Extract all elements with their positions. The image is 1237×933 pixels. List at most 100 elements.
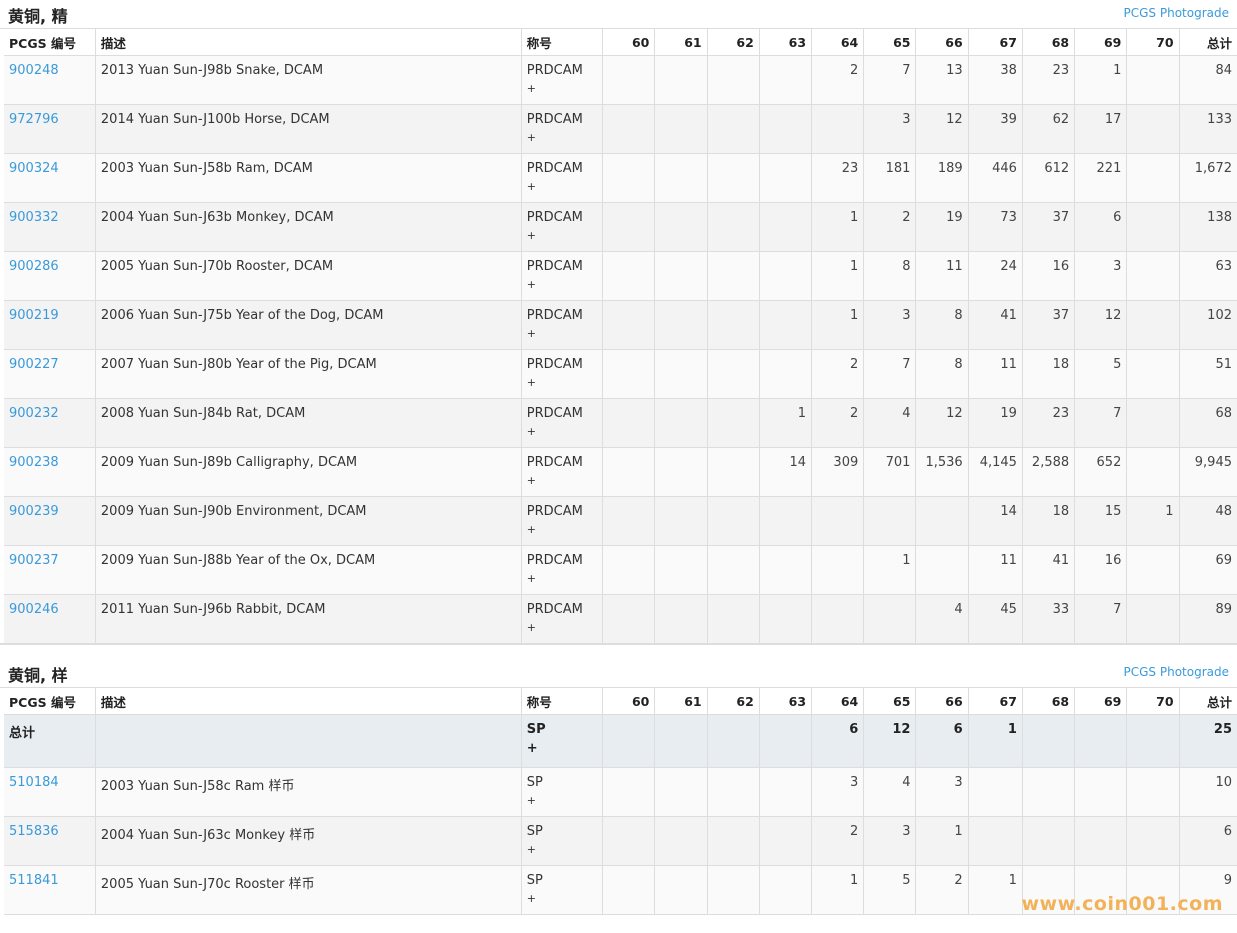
grade-count-cell: 4 <box>863 767 917 817</box>
designation-cell: PRDCAM + <box>521 349 604 399</box>
table-row: 972796 2014 Yuan Sun-J100b Horse, DCAM PRD… <box>4 104 1237 154</box>
column-header: 描述 <box>95 29 522 56</box>
grade-count-cell <box>915 496 969 546</box>
grade-count-cell <box>759 104 813 154</box>
grade-count-cell <box>759 300 813 350</box>
grade-count-cell: 12 <box>915 104 969 154</box>
grade-count-cell <box>602 545 656 595</box>
grade-count-cell: 1 <box>811 865 865 915</box>
designation-label: SP <box>526 824 543 839</box>
grade-count-cell: 1 <box>759 398 813 448</box>
grade-count-cell: 45 <box>968 594 1023 644</box>
grade-count-cell <box>654 349 708 399</box>
grade-count-cell: 12 <box>1074 300 1128 350</box>
section-brass-specimen: 黄铜, 样 PCGS Photograde PCGS 编号 描述 称号 60 61 62 6… <box>0 659 1237 915</box>
plus-grade-label: + <box>526 180 537 193</box>
plus-grade-label: + <box>526 621 537 634</box>
pcgs-number-cell: 900332 <box>4 202 96 252</box>
grade-count-cell: 5 <box>1074 349 1128 399</box>
pcgs-number-link[interactable]: 900239 <box>9 504 59 519</box>
pcgs-number-link[interactable]: 900248 <box>9 63 59 78</box>
pcgs-number-link[interactable]: 900246 <box>9 602 59 617</box>
grade-count-cell: 23 <box>811 153 865 203</box>
column-header: 70 <box>1126 29 1180 56</box>
grade-count-cell: 37 <box>1022 202 1076 252</box>
description-cell: 2004 Yuan Sun-J63b Monkey, DCAM <box>95 202 522 252</box>
grade-count-cell: 1 <box>811 251 865 301</box>
pcgs-number-link[interactable]: 900227 <box>9 357 59 372</box>
grade-count-cell <box>1126 349 1180 399</box>
grade-count-cell <box>602 594 656 644</box>
grade-count-cell: 41 <box>1022 545 1076 595</box>
pcgs-number-link[interactable]: 510184 <box>9 775 59 790</box>
table-row: 900232 2008 Yuan Sun-J84b Rat, DCAM PRDCAM… <box>4 398 1237 448</box>
total-count-cell: 102 <box>1179 300 1237 350</box>
grade-count-cell: 11 <box>968 349 1023 399</box>
designation-cell: PRDCAM + <box>521 594 604 644</box>
watermark: www.coin001.com <box>1021 893 1223 915</box>
pcgs-number-link[interactable]: 900237 <box>9 553 59 568</box>
grade-count-cell: 8 <box>863 251 917 301</box>
grade-count-cell: 23 <box>1022 398 1076 448</box>
grade-count-cell <box>707 594 760 644</box>
grade-count-cell <box>1126 447 1180 497</box>
designation-cell: SP + <box>521 865 604 915</box>
grade-count-cell <box>602 202 656 252</box>
grade-count-cell: 24 <box>968 251 1023 301</box>
grade-count-cell: 6 <box>915 714 969 768</box>
grade-count-cell <box>811 545 865 595</box>
table-row: 900219 2006 Yuan Sun-J75b Year of the Dog… <box>4 300 1237 350</box>
designation-label: PRDCAM <box>526 210 583 225</box>
pcgs-photograde-link[interactable]: PCGS Photograde <box>1124 665 1229 679</box>
pcgs-number-link[interactable]: 515836 <box>9 824 59 839</box>
section-header: 黄铜, 精 PCGS Photograde <box>0 0 1237 29</box>
pcgs-number-link[interactable]: 900324 <box>9 161 59 176</box>
designation-cell: PRDCAM + <box>521 104 604 154</box>
grade-count-cell <box>1126 767 1180 817</box>
column-header: 67 <box>968 688 1023 715</box>
total-count-cell: 51 <box>1179 349 1237 399</box>
pcgs-number-link[interactable]: 900238 <box>9 455 59 470</box>
grade-count-cell <box>759 496 813 546</box>
grade-count-cell <box>707 251 760 301</box>
pcgs-number-link[interactable]: 900332 <box>9 210 59 225</box>
pcgs-number-cell: 900219 <box>4 300 96 350</box>
grade-count-cell: 3 <box>1074 251 1128 301</box>
column-header: 60 <box>602 688 656 715</box>
pcgs-number-link[interactable]: 900219 <box>9 308 59 323</box>
description-cell: 2007 Yuan Sun-J80b Year of the Pig, DCAM <box>95 349 522 399</box>
grade-count-cell: 221 <box>1074 153 1128 203</box>
grade-count-cell: 1 <box>1126 496 1180 546</box>
designation-cell: SP + <box>521 816 604 866</box>
grade-count-cell <box>707 104 760 154</box>
grade-count-cell <box>602 153 656 203</box>
grade-count-cell: 23 <box>1022 55 1076 105</box>
grade-count-cell <box>602 496 656 546</box>
plus-grade-label: + <box>526 843 537 856</box>
section-title: 黄铜, 样 <box>8 666 68 685</box>
pcgs-number-link[interactable]: 972796 <box>9 112 59 127</box>
grade-count-cell <box>1126 816 1180 866</box>
designation-label: PRDCAM <box>526 63 583 78</box>
grade-count-cell <box>654 714 708 768</box>
pcgs-number-link[interactable]: 900232 <box>9 406 59 421</box>
pcgs-number-cell: 510184 <box>4 767 96 817</box>
column-header: 61 <box>654 29 708 56</box>
designation-cell: PRDCAM + <box>521 398 604 448</box>
pcgs-number-link[interactable]: 900286 <box>9 259 59 274</box>
grade-count-cell: 1 <box>811 300 865 350</box>
grade-count-cell: 1 <box>811 202 865 252</box>
grade-count-cell <box>811 594 865 644</box>
column-header: 66 <box>915 29 969 56</box>
grade-count-cell <box>707 496 760 546</box>
pcgs-number-link[interactable]: 511841 <box>9 873 59 888</box>
total-count-cell: 84 <box>1179 55 1237 105</box>
plus-grade-label: + <box>526 474 537 487</box>
grade-count-cell: 1 <box>968 714 1023 768</box>
column-header: 总计 <box>1179 29 1237 56</box>
designation-cell: PRDCAM + <box>521 447 604 497</box>
pcgs-photograde-link[interactable]: PCGS Photograde <box>1124 6 1229 20</box>
grade-count-cell <box>759 153 813 203</box>
grade-count-cell: 3 <box>863 104 917 154</box>
grade-count-cell <box>654 447 708 497</box>
